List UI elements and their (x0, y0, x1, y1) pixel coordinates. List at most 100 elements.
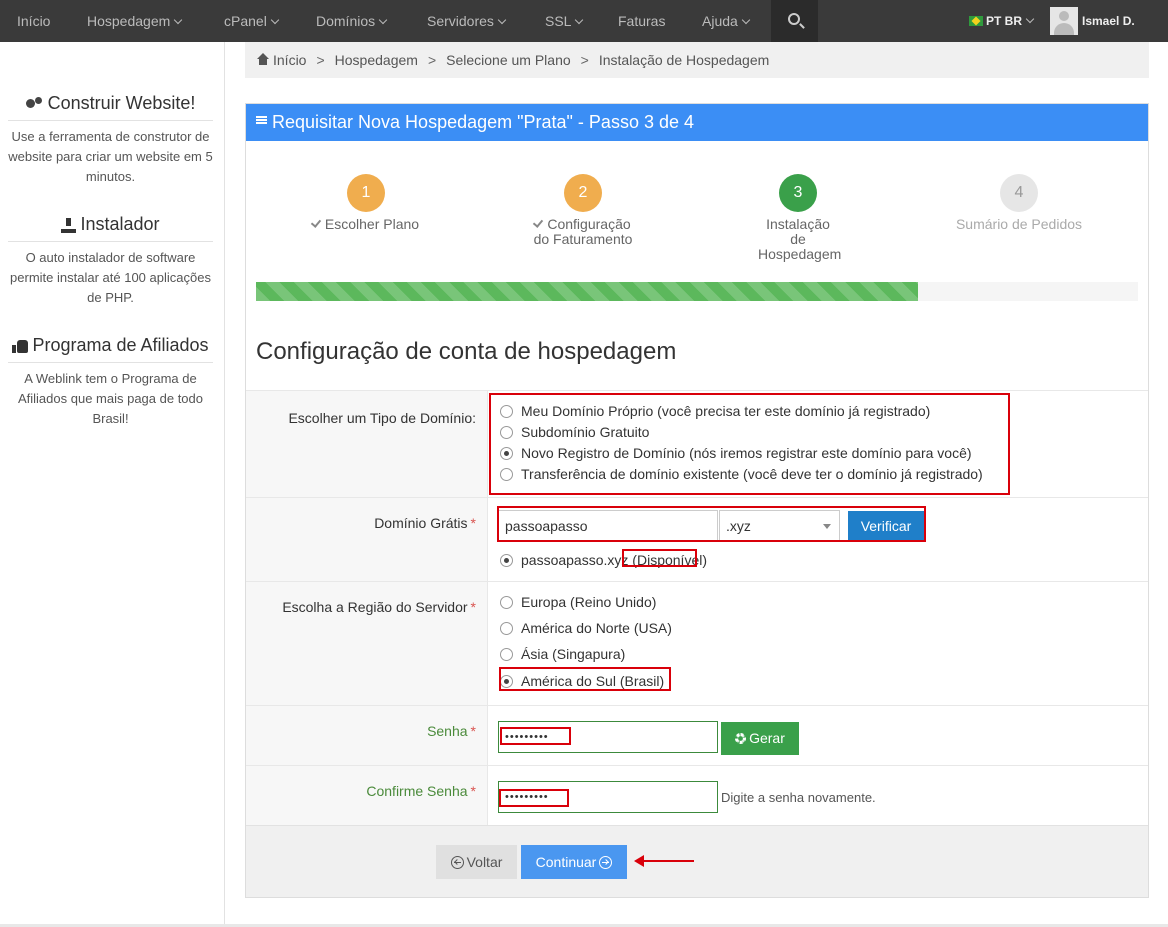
nav-item-servidores[interactable]: Servidores (427, 0, 507, 42)
radio-region-north-america[interactable]: América do Norte (USA) (500, 620, 672, 636)
sidebar-block-text: A Weblink tem o Programa de Afiliados qu… (17, 371, 203, 426)
progress-bar (256, 282, 918, 301)
breadcrumb-item[interactable]: Selecione um Plano (446, 52, 571, 68)
nav-item-cpanel[interactable]: cPanel (224, 0, 280, 42)
radio-region-europe[interactable]: Europa (Reino Unido) (500, 594, 656, 610)
breadcrumb-separator: > (316, 52, 325, 68)
annotation-highlight (499, 667, 671, 691)
radio-button[interactable] (500, 648, 513, 661)
breadcrumb-item[interactable]: Início (273, 52, 306, 68)
radio-label: Ásia (Singapura) (521, 646, 626, 662)
radio-button[interactable] (500, 622, 513, 635)
required-asterisk: * (470, 599, 476, 615)
step-3: 3 Instalação de Hospedagem (723, 174, 873, 262)
required-asterisk: * (470, 783, 476, 799)
arrow-circle-right-icon (599, 856, 613, 869)
password-label: Senha * (427, 723, 476, 739)
step-number: 4 (1000, 174, 1038, 212)
annotation-highlight (499, 789, 569, 807)
sidebar-block-title[interactable]: Instalador (8, 211, 213, 242)
radio-button[interactable] (500, 596, 513, 609)
nav-item-ajuda[interactable]: Ajuda (702, 0, 751, 42)
form-row-password: Senha * ••••••••• Gerar (246, 705, 1148, 765)
continue-button[interactable]: Continuar (521, 845, 627, 879)
search-button[interactable] (771, 0, 818, 42)
sidebar: Construir Website! Use a ferramenta de c… (0, 42, 225, 927)
chevron-down-icon (741, 15, 751, 25)
password-field: ••••••••• Gerar (487, 706, 1148, 765)
sidebar-block-installer: Instalador O auto instalador de software… (8, 211, 213, 308)
step-label-text: Sumário de Pedidos (955, 216, 1083, 232)
annotation-highlight (500, 727, 571, 745)
step-label: Escolher Plano (291, 217, 441, 232)
nav-item-label: Início (17, 13, 51, 29)
sidebar-block-text: Use a ferramenta de construtor de websit… (8, 129, 213, 184)
nav-item-label: Ajuda (702, 13, 738, 29)
nav-item-label: Hospedagem (87, 13, 171, 29)
form-row-region: Escolha a Região do Servidor * Europa (Re… (246, 581, 1148, 705)
chevron-down-icon (174, 15, 183, 25)
domain-type-label: Escolher um Tipo de Domínio: (288, 410, 476, 426)
step-number: 1 (347, 174, 385, 212)
confirm-password-hint: Digite a senha novamente. (721, 790, 876, 805)
order-panel: Requisitar Nova Hospedagem "Prata" - Pas… (245, 103, 1149, 898)
label-text: Confirme Senha (366, 783, 468, 799)
breadcrumb-item-current: Instalação de Hospedagem (598, 52, 770, 68)
sidebar-block-title[interactable]: Programa de Afiliados (8, 332, 213, 363)
step-label-text: Configuração do Faturamento (533, 216, 633, 247)
required-asterisk: * (470, 723, 476, 739)
nav-item-hospedagem[interactable]: Hospedagem (87, 0, 183, 42)
user-menu[interactable]: Ismael D. (1082, 0, 1135, 42)
step-label-text: Escolher Plano (324, 216, 420, 232)
top-navbar: Início Hospedagem cPanel Domínios Servid… (0, 0, 1168, 42)
step-number: 3 (779, 174, 817, 212)
label-text: Escolha a Região do Servidor (282, 599, 468, 615)
sidebar-block-text: O auto instalador de software permite in… (10, 250, 211, 305)
nav-item-label: Faturas (618, 13, 666, 29)
generate-password-button[interactable]: Gerar (721, 722, 799, 755)
button-label: Gerar (749, 730, 785, 746)
form-footer: Voltar Continuar (246, 825, 1148, 897)
step-4: 4 Sumário de Pedidos (939, 174, 1099, 232)
step-1: 1 Escolher Plano (291, 174, 441, 232)
step-number: 2 (564, 174, 602, 212)
panel-title: Requisitar Nova Hospedagem "Prata" - Pas… (272, 112, 694, 132)
brazil-flag-icon[interactable] (969, 16, 983, 26)
avatar[interactable] (1050, 7, 1078, 35)
radio-button-selected[interactable] (500, 554, 513, 567)
nav-item-faturas[interactable]: Faturas (618, 0, 665, 42)
nav-item-inicio[interactable]: Início (17, 0, 50, 42)
confirm-password-label: Confirme Senha * (366, 783, 476, 799)
sidebar-title-text: Instalador (80, 214, 160, 234)
breadcrumb-separator: > (427, 52, 437, 68)
chevron-down-icon (378, 15, 388, 25)
label-text: Domínio Grátis (374, 515, 468, 531)
section-title: Configuração de conta de hospedagem (256, 338, 677, 365)
breadcrumb-item[interactable]: Hospedagem (335, 52, 418, 68)
region-label: Escolha a Região do Servidor * (282, 599, 476, 615)
chevron-down-icon (270, 15, 280, 25)
progress-track (256, 282, 1138, 301)
download-icon (61, 217, 77, 233)
language-selector[interactable]: PT BR (986, 0, 1035, 42)
radio-region-asia[interactable]: Ásia (Singapura) (500, 646, 625, 662)
sidebar-block-affiliates: Programa de Afiliados A Weblink tem o Pr… (8, 332, 213, 429)
check-icon (533, 217, 544, 228)
cog-icon (735, 733, 747, 744)
step-label: Configuração do Faturamento (508, 217, 658, 247)
check-icon (310, 217, 322, 228)
label-text: Senha (427, 723, 468, 739)
nav-item-label: cPanel (224, 13, 267, 29)
chevron-down-icon (575, 15, 584, 25)
gears-icon (25, 97, 44, 111)
form-row-confirm-password: Confirme Senha * ••••••••• Digite a senha… (246, 765, 1148, 825)
sidebar-block-title[interactable]: Construir Website! (8, 90, 213, 121)
result-domain: passoapasso.xyz (521, 552, 629, 568)
button-label: Voltar (466, 854, 503, 870)
annotation-highlight (497, 506, 926, 542)
arrow-circle-left-icon (450, 856, 464, 869)
nav-item-ssl[interactable]: SSL (545, 0, 584, 42)
nav-item-dominios[interactable]: Domínios (316, 0, 388, 42)
back-button[interactable]: Voltar (436, 845, 517, 879)
annotation-highlight (622, 549, 697, 567)
